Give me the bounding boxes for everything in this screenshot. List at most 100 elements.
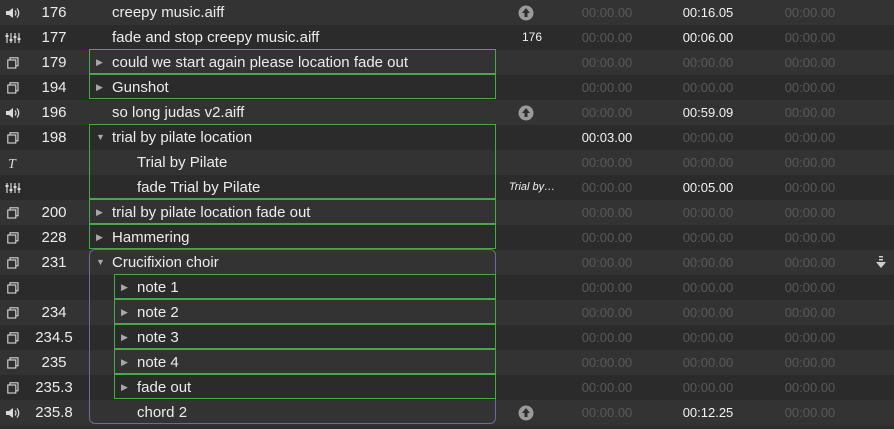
pre-wait-time[interactable]: 00:00.00 <box>572 50 642 75</box>
pre-wait-time[interactable]: 00:00.00 <box>572 325 642 350</box>
group-cue-icon <box>0 225 26 250</box>
cue-row[interactable]: 198 ▼ trial by pilate location 00:03.00 00:0… <box>0 125 894 150</box>
group-cue-icon <box>0 375 26 400</box>
post-wait-time[interactable]: 00:00.00 <box>775 300 845 325</box>
action-time[interactable]: 00:00.00 <box>673 200 743 225</box>
disclosure-closed-icon[interactable]: ▶ <box>96 225 103 250</box>
action-time[interactable]: 00:00.00 <box>673 75 743 100</box>
audio-cue-icon <box>0 100 26 125</box>
cue-name: trial by pilate location fade out <box>112 204 311 221</box>
cue-row[interactable]: 194 ▶ Gunshot 00:00.00 00:00.00 00:00.00 <box>0 75 894 100</box>
cue-row[interactable]: 235.8 chord 2 00:00.00 00:12.25 00:00.00 <box>0 400 894 425</box>
pre-wait-time[interactable]: 00:03.00 <box>572 125 642 150</box>
pre-wait-time[interactable]: 00:00.00 <box>572 350 642 375</box>
cue-row[interactable]: fade Trial by Pilate Trial by… 00:00.00 00:… <box>0 175 894 200</box>
cue-target: Trial by… <box>508 181 556 193</box>
pre-wait-time[interactable]: 00:00.00 <box>572 175 642 200</box>
post-wait-time[interactable]: 00:00.00 <box>775 150 845 175</box>
cue-name: fade and stop creepy music.aiff <box>112 29 320 46</box>
pre-wait-time[interactable]: 00:00.00 <box>572 300 642 325</box>
post-wait-time[interactable]: 00:00.00 <box>775 400 845 425</box>
cue-row[interactable]: 228 ▶ Hammering 00:00.00 00:00.00 00:00.00 <box>0 225 894 250</box>
pre-wait-time[interactable]: 00:00.00 <box>572 375 642 400</box>
cue-row[interactable]: 234.5 ▶ note 3 00:00.00 00:00.00 00:00.00 <box>0 325 894 350</box>
pre-wait-time[interactable]: 00:00.00 <box>572 0 642 25</box>
pre-wait-time[interactable]: 00:00.00 <box>572 100 642 125</box>
pre-wait-time[interactable]: 00:00.00 <box>572 75 642 100</box>
action-time[interactable]: 00:00.00 <box>673 250 743 275</box>
pre-wait-time[interactable]: 00:00.00 <box>572 400 642 425</box>
action-time[interactable]: 00:00.00 <box>673 300 743 325</box>
post-wait-time[interactable]: 00:00.00 <box>775 75 845 100</box>
post-wait-time[interactable]: 00:00.00 <box>775 375 845 400</box>
post-wait-time[interactable]: 00:00.00 <box>775 0 845 25</box>
audio-cue-icon <box>0 400 26 425</box>
post-wait-time[interactable]: 00:00.00 <box>775 350 845 375</box>
action-time[interactable]: 00:00.00 <box>673 375 743 400</box>
action-time[interactable]: 00:00.00 <box>673 325 743 350</box>
cue-name: Hammering <box>112 229 190 246</box>
action-time[interactable]: 00:00.00 <box>673 275 743 300</box>
disclosure-closed-icon[interactable]: ▶ <box>96 200 103 225</box>
pre-wait-time[interactable]: 00:00.00 <box>572 250 642 275</box>
cue-row[interactable]: ▶ note 1 00:00.00 00:00.00 00:00.00 <box>0 275 894 300</box>
cue-row[interactable]: 231 ▼ Crucifixion choir 00:00.00 00:00.00 00:… <box>0 250 894 275</box>
disclosure-closed-icon[interactable]: ▶ <box>121 325 128 350</box>
cue-row[interactable]: 196 so long judas v2.aiff 00:00.00 00:59.09… <box>0 100 894 125</box>
action-time[interactable]: 00:00.00 <box>673 150 743 175</box>
pre-wait-time[interactable]: 00:00.00 <box>572 275 642 300</box>
disclosure-closed-icon[interactable]: ▶ <box>121 350 128 375</box>
action-time[interactable]: 00:06.00 <box>673 25 743 50</box>
pre-wait-time[interactable]: 00:00.00 <box>572 150 642 175</box>
action-time[interactable]: 00:59.09 <box>673 100 743 125</box>
cue-number: 198 <box>41 129 67 146</box>
post-wait-time[interactable]: 00:00.00 <box>775 200 845 225</box>
disclosure-closed-icon[interactable]: ▶ <box>96 75 103 100</box>
action-time[interactable]: 00:00.00 <box>673 225 743 250</box>
disclosure-closed-icon[interactable]: ▶ <box>121 375 128 400</box>
pre-wait-time[interactable]: 00:00.00 <box>572 225 642 250</box>
action-time[interactable]: 00:12.25 <box>673 400 743 425</box>
cue-number: 234.5 <box>35 329 73 346</box>
action-time[interactable]: 00:00.00 <box>673 350 743 375</box>
cue-row[interactable]: 234 ▶ note 2 00:00.00 00:00.00 00:00.00 <box>0 300 894 325</box>
cue-row[interactable]: 235 ▶ note 4 00:00.00 00:00.00 00:00.00 <box>0 350 894 375</box>
action-time[interactable]: 00:00.00 <box>673 50 743 75</box>
post-wait-time[interactable]: 00:00.00 <box>775 250 845 275</box>
disclosure-closed-icon[interactable]: ▶ <box>121 300 128 325</box>
post-wait-time[interactable]: 00:00.00 <box>775 325 845 350</box>
cue-row[interactable]: 235.3 ▶ fade out 00:00.00 00:00.00 00:00.00 <box>0 375 894 400</box>
cue-name: note 3 <box>137 329 179 346</box>
cue-name: note 1 <box>137 279 179 296</box>
playhead-down-arrow-icon[interactable] <box>874 255 888 271</box>
action-time[interactable]: 00:00.00 <box>673 125 743 150</box>
post-wait-time[interactable]: 00:00.00 <box>775 225 845 250</box>
post-wait-time[interactable]: 00:00.00 <box>775 50 845 75</box>
group-cue-icon <box>0 250 26 275</box>
cue-row[interactable]: 177 fade and stop creepy music.aiff 176 00:… <box>0 25 894 50</box>
cue-name: note 4 <box>137 354 179 371</box>
post-wait-time[interactable]: 00:00.00 <box>775 100 845 125</box>
disclosure-closed-icon[interactable]: ▶ <box>121 275 128 300</box>
group-cue-icon <box>0 125 26 150</box>
pre-wait-time[interactable]: 00:00.00 <box>572 200 642 225</box>
post-wait-time[interactable]: 00:00.00 <box>775 175 845 200</box>
cue-row[interactable]: 179 ▶ could we start again please location… <box>0 50 894 75</box>
cue-name: creepy music.aiff <box>112 4 225 21</box>
cue-number: 228 <box>41 229 67 246</box>
cue-row[interactable]: 176 creepy music.aiff 00:00.00 00:16.05 00:0… <box>0 0 894 25</box>
cue-name: trial by pilate location <box>112 129 253 146</box>
disclosure-open-icon[interactable]: ▼ <box>96 125 105 150</box>
disclosure-open-icon[interactable]: ▼ <box>96 250 105 275</box>
action-time[interactable]: 00:05.00 <box>673 175 743 200</box>
group-cue-icon <box>0 325 26 350</box>
disclosure-closed-icon[interactable]: ▶ <box>96 50 103 75</box>
post-wait-time[interactable]: 00:00.00 <box>775 25 845 50</box>
action-time[interactable]: 00:16.05 <box>673 0 743 25</box>
post-wait-time[interactable]: 00:00.00 <box>775 275 845 300</box>
cue-row[interactable]: T Trial by Pilate 00:00.00 00:00.00 00:00.00 <box>0 150 894 175</box>
pre-wait-time[interactable]: 00:00.00 <box>572 25 642 50</box>
post-wait-time[interactable]: 00:00.00 <box>775 125 845 150</box>
cue-target: 176 <box>521 30 543 44</box>
cue-row[interactable]: 200 ▶ trial by pilate location fade out 00:… <box>0 200 894 225</box>
